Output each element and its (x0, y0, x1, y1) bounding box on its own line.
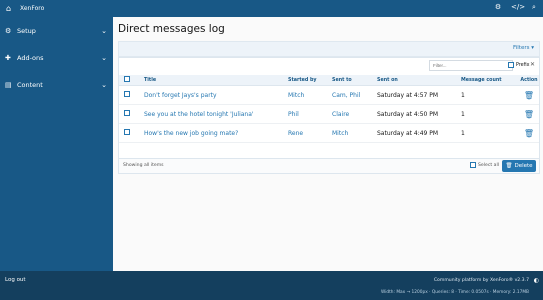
chevron-down-icon: ⌄ (101, 26, 107, 35)
brand-name[interactable]: XenForo (20, 5, 44, 12)
page-title: Direct messages log (118, 23, 225, 35)
prefix-label: Prefix (516, 62, 530, 68)
header-checkbox[interactable] (124, 76, 130, 82)
sent-on-date: Saturday at 4:49 PM (377, 123, 461, 143)
select-all-toggle[interactable]: Select all (470, 162, 499, 168)
code-icon[interactable]: </> (511, 3, 525, 12)
sidebar-item-label: Setup (17, 26, 36, 35)
showing-items-text: Showing all items (123, 163, 164, 168)
credit-text[interactable]: Community platform by XenForo® v2.3.7 (434, 278, 529, 283)
table-row: How's the new job going mate? Rene Mitch… (119, 123, 539, 143)
message-title-link[interactable]: See you at the hotel tonight 'Juliana' (144, 104, 288, 124)
sidebar-item-label: Add-ons (17, 53, 44, 62)
prefix-checkbox[interactable] (508, 62, 514, 68)
sent-on-date: Saturday at 4:50 PM (377, 104, 461, 124)
home-icon[interactable]: ⌂ (0, 4, 17, 13)
delete-label: Delete (514, 163, 533, 169)
trash-icon[interactable]: 🗑 (524, 110, 534, 119)
content-icon: ▤ (5, 80, 12, 89)
header-message-count: Message count (461, 75, 519, 86)
sent-to-users[interactable]: Claire (332, 104, 377, 124)
table-header-row: Title Started by Sent to Sent on Message… (119, 75, 539, 86)
row-checkbox[interactable] (124, 110, 130, 116)
prefix-toggle[interactable]: Prefix (508, 62, 530, 68)
main-content: Direct messages log Filters ▾ Prefix ✕ T… (113, 17, 543, 271)
close-icon[interactable]: ✕ (530, 61, 535, 68)
chevron-down-icon: ⌄ (101, 53, 107, 62)
trash-icon: 🗑 (505, 163, 513, 169)
messages-table: Title Started by Sent to Sent on Message… (119, 75, 539, 143)
trash-icon[interactable]: 🗑 (524, 129, 534, 138)
table-row: Don't forget Jays's party Mitch Cam, Phi… (119, 85, 539, 105)
trash-icon[interactable]: 🗑 (524, 91, 534, 100)
puzzle-icon: ✚ (5, 53, 11, 62)
sidebar-item-setup[interactable]: ⚙ Setup ⌄ (0, 17, 113, 44)
header-sent-on: Sent on (377, 75, 461, 86)
header-started-by: Started by (288, 75, 332, 86)
sent-to-users[interactable]: Mitch (332, 123, 377, 143)
started-by-user[interactable]: Rene (288, 123, 332, 143)
filters-label: Filters (512, 45, 530, 51)
message-count: 1 (461, 85, 519, 105)
chevron-down-icon: ⌄ (101, 80, 107, 89)
filters-button[interactable]: Filters ▾ (513, 45, 534, 51)
filter-input[interactable] (429, 60, 513, 71)
sidebar-item-content[interactable]: ▤ Content ⌄ (0, 71, 113, 98)
message-title-link[interactable]: How's the new job going mate? (144, 123, 288, 143)
header-action: Action (519, 75, 539, 86)
message-count: 1 (461, 123, 519, 143)
sidebar: ⚙ Setup ⌄ ✚ Add-ons ⌄ ▤ Content ⌄ (0, 17, 113, 271)
select-all-label: Select all (478, 162, 499, 168)
started-by-user[interactable]: Mitch (288, 85, 332, 105)
started-by-user[interactable]: Phil (288, 104, 332, 124)
logout-link[interactable]: Log out (5, 277, 26, 283)
message-title-link[interactable]: Don't forget Jays's party (144, 85, 288, 105)
gear-icon: ⚙ (5, 26, 12, 35)
search-icon[interactable]: ⌕ (529, 3, 539, 12)
top-bar: ⌂ XenForo ⚙ </> ⌕ (0, 0, 543, 17)
top-tools: ⚙ </> ⌕ (493, 3, 539, 12)
sidebar-item-label: Content (17, 80, 43, 89)
table-row: See you at the hotel tonight 'Juliana' P… (119, 104, 539, 124)
select-all-checkbox[interactable] (470, 162, 476, 168)
page-footer: Log out Community platform by XenForo® v… (0, 271, 543, 300)
row-checkbox[interactable] (124, 91, 130, 97)
admin-tools-icon[interactable]: ⚙ (493, 3, 503, 12)
filter-bar: Filters ▾ (118, 41, 540, 57)
sent-to-users[interactable]: Cam, Phil (332, 85, 377, 105)
block-footer: Showing all items Select all 🗑 Delete (119, 158, 539, 173)
delete-button[interactable]: 🗑 Delete (502, 160, 536, 172)
theme-toggle-icon[interactable]: ◐ (534, 277, 539, 284)
sidebar-item-add-ons[interactable]: ✚ Add-ons ⌄ (0, 44, 113, 71)
header-title: Title (144, 75, 288, 86)
header-sent-to: Sent to (332, 75, 377, 86)
quick-filter-row: Prefix ✕ (119, 58, 539, 74)
row-checkbox[interactable] (124, 129, 130, 135)
sent-on-date: Saturday at 4:57 PM (377, 85, 461, 105)
messages-block: Prefix ✕ Title Started by Sent to Sent o… (118, 57, 540, 174)
debug-stats: Width: Max → 1200px · Queries: 8 · Time:… (381, 290, 529, 295)
message-count: 1 (461, 104, 519, 124)
